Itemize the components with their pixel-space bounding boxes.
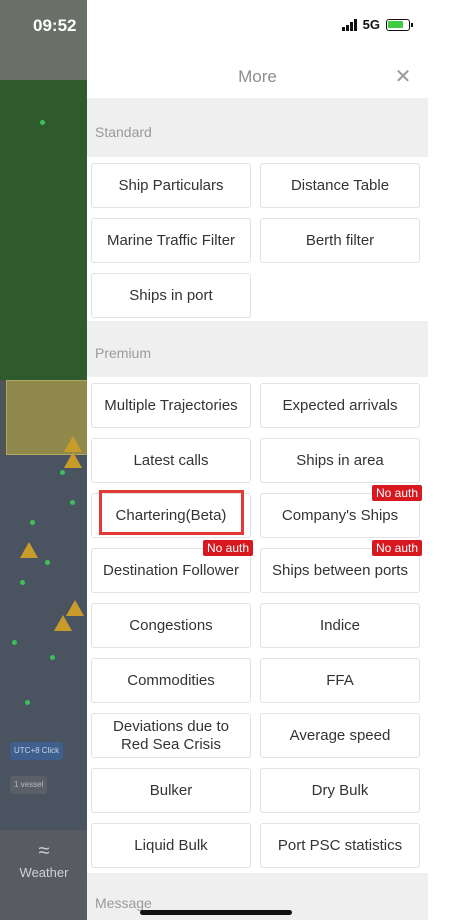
btn-average-speed[interactable]: Average speed: [260, 713, 420, 758]
panel-edge: [428, 0, 450, 920]
map-chip-vessel[interactable]: 1 vessel: [10, 776, 48, 794]
close-icon[interactable]: ✕: [393, 64, 413, 89]
btn-companys-ships[interactable]: Company's Ships No auth: [260, 485, 422, 538]
btn-marine-traffic-filter[interactable]: Marine Traffic Filter: [91, 218, 251, 263]
btn-distance-table[interactable]: Distance Table: [260, 163, 420, 208]
no-auth-badge: No auth: [202, 540, 253, 556]
warning-icon[interactable]: [20, 542, 38, 558]
vessel-dot[interactable]: [12, 640, 17, 645]
section-message: Message: [95, 895, 152, 911]
tab-weather-label: Weather: [19, 865, 69, 880]
more-panel: More ✕ Standard Ship Particulars Distanc…: [87, 0, 428, 920]
panel-title: More: [238, 67, 277, 86]
btn-ffa[interactable]: FFA: [260, 658, 420, 703]
no-auth-badge: No auth: [371, 540, 422, 556]
btn-companys-ships-label: Company's Ships: [281, 506, 399, 524]
btn-ships-in-area[interactable]: Ships in area: [260, 438, 420, 483]
no-auth-badge: No auth: [371, 485, 422, 501]
btn-latest-calls[interactable]: Latest calls: [91, 438, 251, 483]
home-indicator[interactable]: [140, 910, 292, 915]
status-indicators: 5G: [341, 17, 413, 32]
btn-deviations-red-sea[interactable]: Deviations due to Red Sea Crisis: [91, 713, 251, 758]
btn-berth-filter[interactable]: Berth filter: [260, 218, 420, 263]
section-standard: Standard: [95, 124, 152, 140]
warning-icon[interactable]: [66, 600, 84, 616]
btn-destination-follower[interactable]: Destination Follower No auth: [91, 540, 253, 593]
vessel-dot[interactable]: [60, 470, 65, 475]
warning-icon[interactable]: [54, 615, 72, 631]
vessel-cluster: [0, 80, 88, 380]
section-premium: Premium: [95, 345, 152, 361]
status-time: 09:52: [33, 16, 77, 35]
tab-weather[interactable]: ≈ Weather: [0, 830, 88, 920]
warning-icon[interactable]: [64, 452, 82, 468]
btn-congestions[interactable]: Congestions: [91, 603, 251, 648]
btn-commodities[interactable]: Commodities: [91, 658, 251, 703]
standard-grid: Ship Particulars Distance Table Marine T…: [87, 157, 428, 321]
btn-destination-follower-label: Destination Follower: [103, 561, 239, 579]
btn-port-psc-statistics[interactable]: Port PSC statistics: [260, 823, 420, 868]
btn-ships-in-port[interactable]: Ships in port: [91, 273, 251, 318]
btn-dry-bulk[interactable]: Dry Bulk: [260, 768, 420, 813]
map-view[interactable]: UTC+8 Click 1 vessel: [0, 0, 88, 920]
map-chip-time[interactable]: UTC+8 Click: [10, 742, 64, 760]
btn-liquid-bulk[interactable]: Liquid Bulk: [91, 823, 251, 868]
btn-bulker[interactable]: Bulker: [91, 768, 251, 813]
btn-ship-particulars[interactable]: Ship Particulars: [91, 163, 251, 208]
wind-icon: ≈: [38, 840, 50, 862]
vessel-dot[interactable]: [70, 500, 75, 505]
vessel-dot[interactable]: [45, 560, 50, 565]
battery-icon: [386, 18, 413, 31]
btn-indice[interactable]: Indice: [260, 603, 420, 648]
btn-multiple-trajectories[interactable]: Multiple Trajectories: [91, 383, 251, 428]
btn-ships-between-ports-label: Ships between ports: [272, 561, 408, 579]
vessel-dot[interactable]: [40, 120, 45, 125]
btn-ships-between-ports[interactable]: Ships between ports No auth: [260, 540, 422, 593]
network-label: 5G: [362, 17, 380, 32]
btn-expected-arrivals[interactable]: Expected arrivals: [260, 383, 420, 428]
vessel-dot[interactable]: [30, 520, 35, 525]
signal-icon: [341, 18, 357, 31]
vessel-dot[interactable]: [50, 655, 55, 660]
premium-grid: Multiple Trajectories Expected arrivals …: [87, 377, 428, 873]
vessel-dot[interactable]: [20, 580, 25, 585]
vessel-dot[interactable]: [25, 700, 30, 705]
highlight-box: [99, 490, 244, 535]
warning-icon[interactable]: [64, 436, 82, 452]
